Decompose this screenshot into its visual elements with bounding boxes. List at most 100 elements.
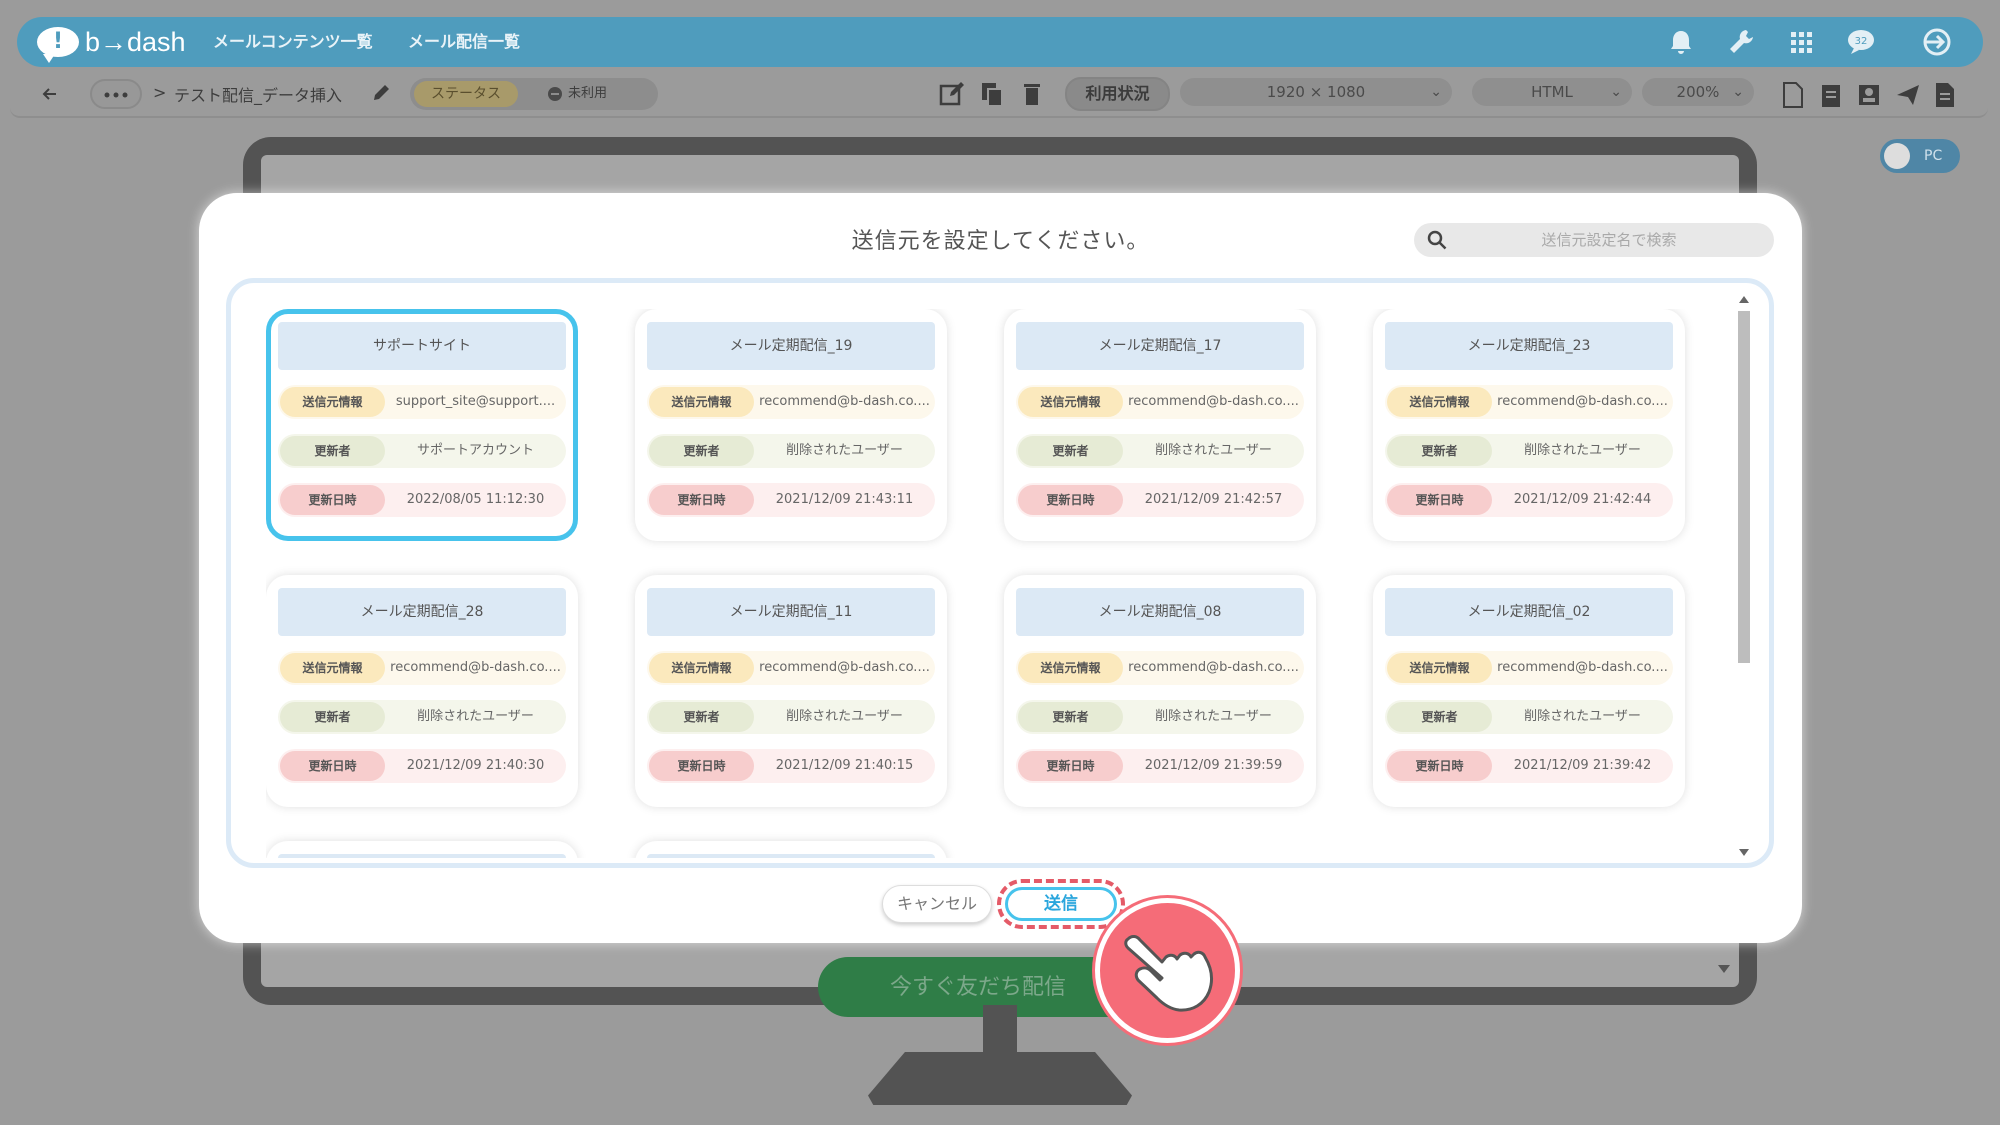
status-toggle[interactable]: ステータス 未利用: [410, 78, 658, 110]
resolution-select[interactable]: 1920 × 1080 ⌄: [1180, 78, 1452, 106]
sender-info-value: support_site@support....: [395, 394, 556, 409]
chat-badge-count: 32: [1855, 36, 1868, 47]
sender-card[interactable]: メール定期配信_11 送信元情報 recommend@b-dash.co.... 更新…: [635, 575, 947, 807]
search-icon: [1427, 230, 1447, 250]
monitor-stand-base: [868, 1052, 1132, 1105]
updater-tag: 更新者: [649, 436, 754, 466]
wrench-icon[interactable]: [1724, 25, 1758, 59]
chevron-down-icon: ⌄: [1732, 84, 1744, 100]
sender-info-tag: 送信元情報: [280, 653, 385, 683]
updater-value: サポートアカウント: [416, 443, 534, 458]
chat-bubble-icon[interactable]: 32: [1844, 25, 1878, 59]
broadcast-now-button[interactable]: 今すぐ友だち配信: [818, 957, 1138, 1017]
sender-search-box[interactable]: [1414, 223, 1774, 257]
updater-value: 削除されたユーザー: [1155, 443, 1272, 458]
updated-at-tag: 更新日時: [1018, 751, 1123, 781]
scroll-up-icon[interactable]: [1739, 296, 1749, 303]
sender-card-title: メール定期配信_17: [1016, 322, 1304, 370]
document-icon[interactable]: [1932, 81, 1958, 109]
copy-icon[interactable]: [978, 80, 1006, 108]
zoom-select[interactable]: 200% ⌄: [1642, 78, 1754, 106]
monitor-stand-neck: [983, 1005, 1017, 1060]
clipboard-icon[interactable]: [1818, 81, 1844, 109]
status-value: 未利用: [568, 86, 608, 101]
bdash-logo[interactable]: ! b→dash: [37, 25, 186, 63]
updated-at-value: 2021/12/09 21:39:59: [1144, 758, 1283, 773]
back-arrow-icon[interactable]: [40, 84, 60, 104]
sender-info-tag: 送信元情報: [280, 387, 385, 417]
sender-info-value: recommend@b-dash.co....: [390, 660, 561, 675]
sender-card[interactable]: メール定期配信_23 送信元情報 recommend@b-dash.co.... 更新…: [1373, 309, 1685, 541]
send-button[interactable]: 送信: [1005, 887, 1117, 921]
sender-card[interactable]: サポートサイト 送信元情報 support_site@support.... 更新者 サ…: [266, 309, 578, 541]
updater-value: 削除されたユーザー: [1155, 709, 1272, 724]
updated-at-tag: 更新日時: [1387, 751, 1492, 781]
sender-info-row: 送信元情報 recommend@b-dash.co....: [278, 651, 566, 685]
updated-at-tag: 更新日時: [280, 751, 385, 781]
updated-at-value: 2021/12/09 21:43:11: [775, 492, 914, 507]
sender-info-value: recommend@b-dash.co....: [759, 394, 930, 409]
usage-status-button[interactable]: 利用状況: [1065, 77, 1170, 111]
sender-card[interactable]: メール定期配信_28 送信元情報 recommend@b-dash.co.... 更新…: [266, 575, 578, 807]
sender-info-row: 送信元情報 recommend@b-dash.co....: [1016, 385, 1304, 419]
edit-document-icon[interactable]: [938, 80, 966, 108]
sender-card[interactable]: 送信元情報更新者更新日時: [635, 841, 947, 858]
updated-at-row: 更新日時 2021/12/09 21:39:59: [1016, 749, 1304, 783]
updater-value: 削除されたユーザー: [786, 709, 903, 724]
sender-card[interactable]: 送信元情報更新者更新日時: [266, 841, 578, 858]
preview-scroll-down-icon[interactable]: [1718, 965, 1730, 973]
updated-at-tag: 更新日時: [1387, 485, 1492, 515]
sender-info-row: 送信元情報 recommend@b-dash.co....: [1385, 385, 1673, 419]
tap-pointer-overlay: [1095, 898, 1240, 1043]
updated-at-row: 更新日時 2021/12/09 21:42:57: [1016, 483, 1304, 517]
sender-card[interactable]: メール定期配信_19 送信元情報 recommend@b-dash.co.... 更新…: [635, 309, 947, 541]
nav-mail-delivery[interactable]: メール配信一覧: [408, 17, 520, 67]
scroll-down-icon[interactable]: [1739, 849, 1749, 856]
sender-info-row: 送信元情報 recommend@b-dash.co....: [647, 385, 935, 419]
updater-tag: 更新者: [1018, 436, 1123, 466]
html-file-icon[interactable]: [1780, 81, 1806, 109]
breadcrumb-separator: >: [153, 83, 167, 102]
trash-icon[interactable]: [1018, 80, 1046, 108]
scrollbar-thumb[interactable]: [1738, 311, 1750, 663]
edit-pencil-icon[interactable]: [370, 82, 392, 104]
sender-card[interactable]: メール定期配信_02 送信元情報 recommend@b-dash.co.... 更新…: [1373, 575, 1685, 807]
updated-at-row: 更新日時 2021/12/09 21:43:11: [647, 483, 935, 517]
sender-card[interactable]: メール定期配信_08 送信元情報 recommend@b-dash.co.... 更新…: [1004, 575, 1316, 807]
send-plane-icon[interactable]: [1894, 81, 1922, 109]
sender-info-row: 送信元情報 recommend@b-dash.co....: [1016, 651, 1304, 685]
sender-list-scroll[interactable]: サポートサイト送信元情報 support_site@support.... 更新者 サ…: [266, 309, 1714, 858]
updated-at-value: 2021/12/09 21:40:15: [775, 758, 914, 773]
sender-info-tag: 送信元情報: [1387, 387, 1492, 417]
device-toggle[interactable]: PC: [1880, 139, 1960, 173]
contact-card-icon[interactable]: [1856, 81, 1882, 109]
cancel-button[interactable]: キャンセル: [882, 885, 992, 923]
updated-at-tag: 更新日時: [649, 485, 754, 515]
sender-info-row: 送信元情報 recommend@b-dash.co....: [647, 651, 935, 685]
app-header: ! b→dash メールコンテンツ一覧 メール配信一覧 32: [17, 17, 1983, 67]
search-input[interactable]: [1464, 223, 1754, 257]
sender-card-title: サポートサイト: [278, 322, 566, 370]
logout-icon[interactable]: [1920, 25, 1954, 59]
updater-row: 更新者 削除されたユーザー: [647, 700, 935, 734]
updater-value: 削除されたユーザー: [786, 443, 903, 458]
sender-card-grid: サポートサイト送信元情報 support_site@support.... 更新者 サ…: [266, 309, 1714, 858]
more-options-button[interactable]: [90, 79, 142, 109]
updater-row: 更新者 削除されたユーザー: [278, 700, 566, 734]
bell-icon[interactable]: [1664, 25, 1698, 59]
updated-at-value: 2021/12/09 21:42:57: [1144, 492, 1283, 507]
breadcrumb-title: テスト配信_データ挿入: [174, 86, 343, 105]
updater-tag: 更新者: [1387, 702, 1492, 732]
updater-row: 更新者 削除されたユーザー: [1385, 700, 1673, 734]
more-dots-icon: [104, 92, 128, 98]
nav-mail-contents[interactable]: メールコンテンツ一覧: [213, 17, 373, 67]
apps-grid-icon[interactable]: [1784, 25, 1818, 59]
updater-value: 削除されたユーザー: [1524, 443, 1641, 458]
sender-card-title: メール定期配信_23: [1385, 322, 1673, 370]
sender-card[interactable]: メール定期配信_17 送信元情報 recommend@b-dash.co.... 更新…: [1004, 309, 1316, 541]
list-scrollbar[interactable]: [1737, 291, 1751, 861]
sender-card-title: メール定期配信_28: [278, 588, 566, 636]
updated-at-tag: 更新日時: [1018, 485, 1123, 515]
sender-info-value: recommend@b-dash.co....: [1128, 394, 1299, 409]
format-select[interactable]: HTML ⌄: [1472, 78, 1632, 106]
